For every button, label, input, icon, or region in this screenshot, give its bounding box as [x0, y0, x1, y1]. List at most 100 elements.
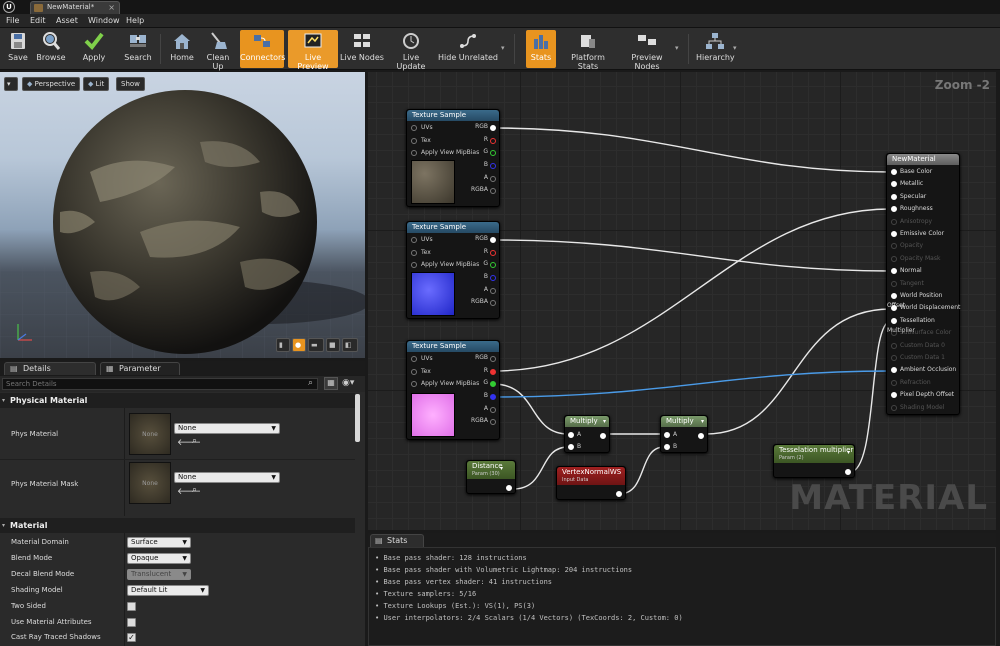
lit-button[interactable]: ◆ Lit	[83, 77, 110, 91]
custom-mesh-preview-icon[interactable]: ◧	[342, 338, 358, 352]
phys-material-picker[interactable]: None ▼	[174, 423, 280, 434]
collapse-node-icon[interactable]: ▾	[500, 465, 503, 472]
category-material[interactable]: ▾ Material	[0, 518, 355, 533]
tab-stats[interactable]: ▤ Stats	[370, 534, 424, 547]
collapse-node-icon[interactable]: ▾	[847, 449, 850, 456]
document-tab[interactable]: NewMaterial* ×	[30, 1, 120, 14]
material-result-node[interactable]: NewMaterial Base Color Metallic Specular Ro…	[886, 153, 960, 415]
texture-sample-node-3[interactable]: Texture Sample UVs Tex Apply View MipBia…	[406, 340, 500, 440]
collapse-node-icon[interactable]: ▾	[603, 416, 606, 427]
output-pin-icon[interactable]	[506, 485, 512, 491]
sphere-preview-icon[interactable]: ●	[292, 338, 306, 352]
multiply-node-2[interactable]: Multiply ▾ A B	[660, 415, 708, 453]
output-pin-icon[interactable]	[490, 407, 496, 413]
category-physical-material[interactable]: ▾ Physical Material	[0, 393, 355, 408]
input-b-pin[interactable]: B	[565, 442, 581, 452]
browse-asset-icon[interactable]: ⌕	[192, 436, 197, 446]
details-scrollbar[interactable]	[355, 394, 360, 442]
output-pin-icon[interactable]	[490, 138, 496, 144]
result-pin-refraction[interactable]: Refraction	[887, 378, 961, 388]
hierarchy-button[interactable]: Hierarchy	[696, 30, 735, 68]
output-pin-icon[interactable]	[490, 394, 496, 400]
search-button[interactable]: Search	[120, 30, 156, 68]
output-pin-icon[interactable]	[490, 250, 496, 256]
live-nodes-button[interactable]: Live Nodes	[340, 30, 384, 68]
output-pin-icon[interactable]	[490, 419, 496, 425]
property-matrix-icon[interactable]: ▦	[324, 377, 338, 390]
viewport-options-button[interactable]: ▾	[4, 77, 18, 91]
show-button[interactable]: Show	[116, 77, 145, 91]
output-pin-icon[interactable]	[490, 288, 496, 294]
result-pin-world-position-offset[interactable]: World Position Offset	[887, 291, 961, 309]
use-selected-arrow-icon[interactable]: 🡐	[177, 486, 201, 497]
search-details-input[interactable]	[2, 378, 318, 390]
save-button[interactable]: Save	[2, 30, 34, 68]
result-pin-pixel-depth-offset[interactable]: Pixel Depth Offset	[887, 390, 961, 400]
output-pin-icon[interactable]	[490, 356, 496, 362]
input-b-pin[interactable]: B	[661, 442, 677, 452]
phys-material-thumbnail[interactable]: None	[129, 413, 171, 455]
menu-window[interactable]: Window	[88, 16, 120, 25]
result-pin-subsurface-color[interactable]: Subsurface Color	[887, 328, 961, 338]
use-material-attributes-checkbox[interactable]	[127, 618, 136, 627]
menu-asset[interactable]: Asset	[56, 16, 78, 25]
output-pin-icon[interactable]	[490, 369, 496, 375]
apply-button[interactable]: Apply	[78, 30, 110, 68]
shading-model-dropdown[interactable]: Default Lit ▼	[127, 585, 209, 596]
result-pin-opacity[interactable]: Opacity	[887, 241, 961, 251]
tesselation-multiplier-node[interactable]: Tesselation multiplier Param (2) ▾	[773, 444, 855, 478]
multiply-node-1[interactable]: Multiply ▾ A B	[564, 415, 610, 453]
output-pin-icon[interactable]	[845, 469, 851, 475]
result-pin-roughness[interactable]: Roughness	[887, 204, 961, 214]
browse-asset-icon[interactable]: ⌕	[192, 485, 197, 495]
output-pin-icon[interactable]	[490, 381, 496, 387]
distance-param-node[interactable]: Distance Param (30) ▾	[466, 460, 516, 494]
cube-preview-icon[interactable]: ■	[326, 338, 340, 352]
cylinder-preview-icon[interactable]: ▮	[276, 338, 290, 352]
result-pin-specular[interactable]: Specular	[887, 192, 961, 202]
home-button[interactable]: Home	[166, 30, 198, 68]
output-pin-icon[interactable]	[490, 188, 496, 194]
two-sided-checkbox[interactable]	[127, 602, 136, 611]
output-pin-icon[interactable]	[490, 176, 496, 182]
result-pin-custom-data-0[interactable]: Custom Data 0	[887, 341, 961, 351]
output-pin-icon[interactable]	[490, 163, 496, 169]
live-update-button[interactable]: Live Update	[388, 30, 434, 71]
result-pin-emissive-color[interactable]: Emissive Color	[887, 229, 961, 239]
texture-sample-node-1[interactable]: Texture Sample UVs Tex Apply View MipBia…	[406, 109, 500, 207]
tab-details[interactable]: ▤ Details	[4, 362, 96, 375]
phys-material-mask-thumbnail[interactable]: None	[129, 462, 171, 504]
output-pin-icon[interactable]	[490, 262, 496, 268]
menu-edit[interactable]: Edit	[30, 16, 46, 25]
result-pin-anisotropy[interactable]: Anisotropy	[887, 217, 961, 227]
material-domain-dropdown[interactable]: Surface ▼	[127, 537, 191, 548]
result-pin-custom-data-1[interactable]: Custom Data 1	[887, 353, 961, 363]
menu-file[interactable]: File	[6, 16, 19, 25]
menu-help[interactable]: Help	[126, 16, 144, 25]
texture-sample-node-2[interactable]: Texture Sample UVs Tex Apply View MipBia…	[406, 221, 500, 319]
material-preview-viewport[interactable]: ▾ ◆ Perspective ◆ Lit Show ▮ ● ▬ ■ ◧	[0, 72, 365, 358]
clean-up-button[interactable]: Clean Up	[200, 30, 236, 71]
result-pin-shading-model[interactable]: Shading Model	[887, 403, 961, 413]
preview-nodes-button[interactable]: Preview Nodes	[620, 30, 674, 71]
phys-material-mask-picker[interactable]: None ▼	[174, 472, 280, 483]
visibility-eye-icon[interactable]: ◉▾	[342, 378, 354, 388]
preview-nodes-dropdown-icon[interactable]: ▾	[675, 44, 679, 52]
input-a-pin[interactable]: A	[661, 430, 677, 440]
output-pin-icon[interactable]	[600, 433, 606, 439]
output-pin-icon[interactable]	[490, 300, 496, 306]
output-pin-icon[interactable]	[490, 150, 496, 156]
cast-ray-traced-shadows-checkbox[interactable]: ✓	[127, 633, 136, 642]
hide-unrelated-button[interactable]: Hide Unrelated	[438, 30, 498, 68]
output-pin-icon[interactable]	[698, 433, 704, 439]
connectors-button[interactable]: Connectors	[240, 30, 285, 68]
result-pin-ambient-occlusion[interactable]: Ambient Occlusion	[887, 365, 961, 375]
material-graph[interactable]: Zoom -2 MATERIAL Texture Sample UVs Tex …	[368, 72, 996, 530]
output-pin-icon[interactable]	[490, 125, 496, 131]
platform-stats-button[interactable]: Platform Stats	[562, 30, 614, 71]
vertex-normal-ws-node[interactable]: VertexNormalWS Input Data	[556, 466, 626, 500]
collapse-node-icon[interactable]: ▾	[701, 416, 704, 427]
tab-parameter-defaults[interactable]: ▦ Parameter Defaults	[100, 362, 180, 384]
result-pin-opacity-mask[interactable]: Opacity Mask	[887, 254, 961, 264]
result-pin-tangent[interactable]: Tangent	[887, 279, 961, 289]
